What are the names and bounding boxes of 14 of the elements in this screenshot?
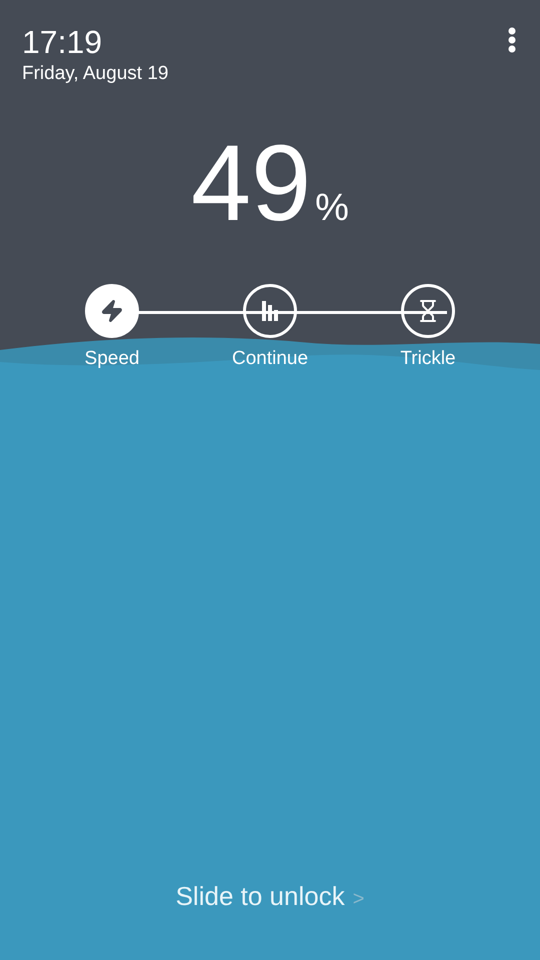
lightning-icon — [100, 299, 124, 323]
charge-mode-label: Continue — [232, 348, 308, 370]
unlock-arrow: > — [352, 888, 364, 911]
charge-mode-label: Speed — [84, 348, 140, 370]
menu-icon — [508, 27, 516, 53]
clock-date: Friday, August 19 — [22, 62, 168, 86]
unlock-hint: Slide to unlock — [176, 881, 345, 912]
charge-mode-button[interactable] — [401, 284, 455, 338]
charge-mode-button[interactable] — [243, 284, 297, 338]
charge-mode-button[interactable] — [85, 284, 139, 338]
battery-percent: 49 — [191, 128, 312, 238]
clock-time: 17:19 — [22, 24, 104, 60]
percent-sign: % — [315, 187, 349, 230]
charge-mode-label: Trickle — [400, 348, 456, 370]
